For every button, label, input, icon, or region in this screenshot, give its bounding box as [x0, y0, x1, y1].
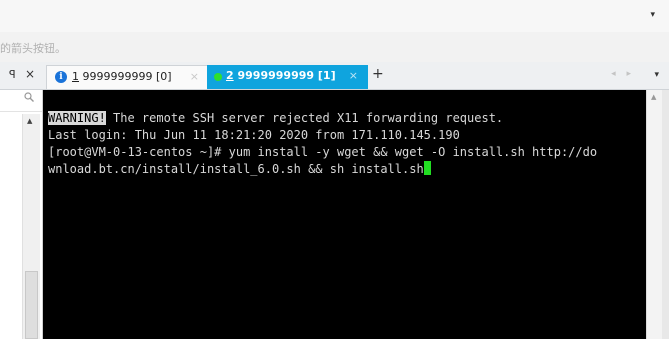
terminal-scrollbar[interactable]: ▲	[646, 90, 663, 339]
tab-label: 2 9999999999 [1]	[226, 69, 336, 82]
session-tab-bar: ꟼ × i 1 9999999999 [0] × 2 9999999999 [1…	[0, 62, 669, 90]
window-edge	[662, 90, 669, 339]
terminal-line-3: [root@VM-0-13-centos ~]# yum install -y …	[48, 145, 598, 159]
add-tab-button[interactable]: +	[372, 66, 384, 82]
tab-scroll-arrows-icon[interactable]: ◂ ▸	[611, 69, 635, 79]
connected-status-icon	[214, 73, 222, 81]
hint-bar: 的箭头按钮。	[0, 32, 669, 62]
top-toolbar: ▾	[0, 0, 669, 33]
chevron-down-icon[interactable]: ▾	[650, 10, 655, 20]
terminal-screen[interactable]: WARNING! The remote SSH server rejected …	[43, 90, 646, 339]
terminal-line-1: The remote SSH server rejected X11 forwa…	[105, 111, 504, 125]
tab-session-1[interactable]: i 1 9999999999 [0] ×	[46, 65, 208, 89]
terminal-line-2: Last login: Thu Jun 11 18:21:20 2020 fro…	[48, 128, 460, 142]
close-panel-icon[interactable]: ×	[25, 67, 35, 81]
pin-icon[interactable]: ꟼ	[9, 68, 16, 81]
terminal-line-4: wnload.bt.cn/install/install_6.0.sh && s…	[48, 162, 424, 176]
info-icon: i	[55, 71, 67, 83]
hint-text: 的箭头按钮。	[0, 42, 66, 55]
search-icon[interactable]	[24, 92, 34, 102]
scrollbar-thumb[interactable]	[25, 271, 38, 339]
scroll-up-icon[interactable]: ▲	[27, 117, 32, 125]
tab-session-2-active[interactable]: 2 9999999999 [1] ×	[207, 65, 368, 89]
panel-scrollbar[interactable]: ▲	[22, 114, 40, 339]
session-list-panel: ▲	[0, 90, 43, 339]
tab-close-icon[interactable]: ×	[190, 70, 199, 83]
tab-menu-icon[interactable]: ▾	[654, 70, 659, 80]
terminal-output: WARNING! The remote SSH server rejected …	[48, 110, 597, 178]
divider	[0, 111, 42, 112]
scroll-up-icon[interactable]: ▲	[651, 93, 656, 101]
warning-label: WARNING!	[48, 111, 106, 125]
tab-close-icon[interactable]: ×	[349, 69, 358, 82]
tab-label: 1 9999999999 [0]	[72, 70, 172, 83]
terminal-cursor	[423, 161, 431, 175]
